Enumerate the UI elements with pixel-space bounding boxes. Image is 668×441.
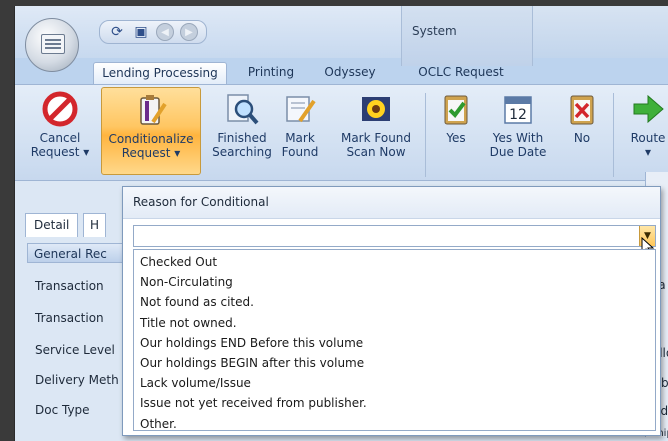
list-item[interactable]: Title not owned.	[134, 313, 655, 333]
yes-label: Yes	[446, 131, 466, 145]
popup-header: Reason for Conditional	[123, 187, 660, 219]
magnifier-document-icon	[227, 94, 259, 125]
clipboard-pencil-icon	[140, 95, 167, 125]
list-item[interactable]: Lack volume/Issue	[134, 373, 655, 393]
general-request-header: General Rec	[27, 243, 127, 263]
finished-label-2: Searching	[212, 145, 272, 159]
route-label-2: ▾	[644, 145, 652, 159]
mark-found-scan-label-1: Mark Found	[340, 131, 412, 145]
cancel-icon	[42, 91, 78, 127]
title-bar-right	[533, 6, 668, 58]
no-button[interactable]: No	[559, 91, 605, 145]
calendar-icon: 12	[504, 96, 532, 124]
ribbon-separator	[613, 93, 614, 177]
ribbon-separator	[425, 93, 426, 177]
conditionalize-label-1: Conditionalize	[108, 132, 194, 146]
tab-detail[interactable]: Detail	[25, 213, 79, 237]
list-item[interactable]: Non-Circulating	[134, 272, 655, 292]
cancel-label-1: Cancel	[39, 131, 81, 145]
clipboard-check-icon	[444, 95, 468, 125]
ribbon-tabs: Lending Processing Printing Odyssey OCLC…	[15, 58, 668, 84]
mark-found-button[interactable]: Mark Found	[277, 91, 323, 159]
delivery-method-label: Delivery Meth	[35, 373, 119, 387]
route-button[interactable]: Route ▾	[623, 91, 668, 159]
document-icon	[41, 34, 65, 54]
list-item[interactable]: Not found as cited.	[134, 292, 655, 312]
application-window: ⟳ ▣ ◀ ▶ System Lending Processing Printi…	[14, 6, 668, 441]
conditionalize-label-2: Request ▾	[121, 146, 181, 160]
reason-combobox[interactable]: ▼	[133, 225, 656, 247]
reason-options-list: Checked Out Non-Circulating Not found as…	[133, 249, 656, 431]
tab-history[interactable]: H	[83, 213, 107, 237]
yes-with-label-2: Due Date	[489, 145, 547, 159]
application-menu-button[interactable]	[25, 18, 79, 72]
forward-icon[interactable]: ▶	[180, 23, 198, 41]
cancel-request-button[interactable]: Cancel Request ▾	[29, 91, 91, 159]
doc-type-label: Doc Type	[35, 403, 90, 417]
yes-with-label-1: Yes With	[492, 131, 544, 145]
route-label-1: Route	[630, 131, 666, 145]
finished-label-1: Finished	[217, 131, 267, 145]
finished-searching-button[interactable]: Finished Searching	[211, 91, 273, 159]
list-item[interactable]: Issue not yet received from publisher.	[134, 393, 655, 413]
mark-found-scan-label-2: Scan Now	[346, 145, 406, 159]
back-icon[interactable]: ◀	[156, 23, 174, 41]
list-item[interactable]: Our holdings BEGIN after this volume	[134, 353, 655, 373]
context-tab-group: System	[401, 6, 533, 66]
calendar-day: 12	[509, 107, 527, 123]
save-icon[interactable]: ▣	[132, 23, 150, 41]
mark-found-label-2: Found	[281, 145, 319, 159]
reason-for-conditional-popup: Reason for Conditional ▼ Checked Out Non…	[122, 186, 661, 436]
service-level-label: Service Level	[35, 343, 115, 357]
mark-found-scan-now-button[interactable]: Mark Found Scan Now	[333, 91, 419, 159]
quick-access-toolbar: ⟳ ▣ ◀ ▶	[99, 20, 207, 44]
tab-oclc-request[interactable]: OCLC Request	[403, 62, 519, 84]
tab-lending-processing[interactable]: Lending Processing	[93, 62, 227, 84]
ribbon: Cancel Request ▾ Conditionalize Request …	[15, 84, 668, 180]
clipboard-x-icon	[570, 95, 594, 125]
tab-printing[interactable]: Printing	[237, 62, 305, 84]
transaction-label: Transaction	[35, 311, 104, 325]
no-label: No	[573, 131, 591, 145]
yes-button[interactable]: Yes	[433, 91, 479, 145]
context-group-label: System	[412, 24, 457, 38]
tab-odyssey[interactable]: Odyssey	[315, 62, 385, 84]
green-arrow-icon	[633, 94, 664, 124]
yes-with-due-date-button[interactable]: 12 Yes With Due Date	[485, 91, 551, 159]
mark-found-label-1: Mark	[285, 131, 315, 145]
scanner-sunflower-icon	[362, 97, 390, 121]
list-item[interactable]: Our holdings END Before this volume	[134, 333, 655, 353]
transaction-label: Transaction	[35, 279, 104, 293]
list-item[interactable]: Checked Out	[134, 252, 655, 272]
list-item[interactable]: Other.	[134, 414, 655, 434]
cancel-label-2: Request ▾	[30, 145, 90, 159]
popup-title: Reason for Conditional	[133, 195, 269, 209]
conditionalize-request-button[interactable]: Conditionalize Request ▾	[101, 87, 201, 175]
document-pencil-icon	[286, 96, 316, 123]
refresh-icon[interactable]: ⟳	[108, 23, 126, 41]
